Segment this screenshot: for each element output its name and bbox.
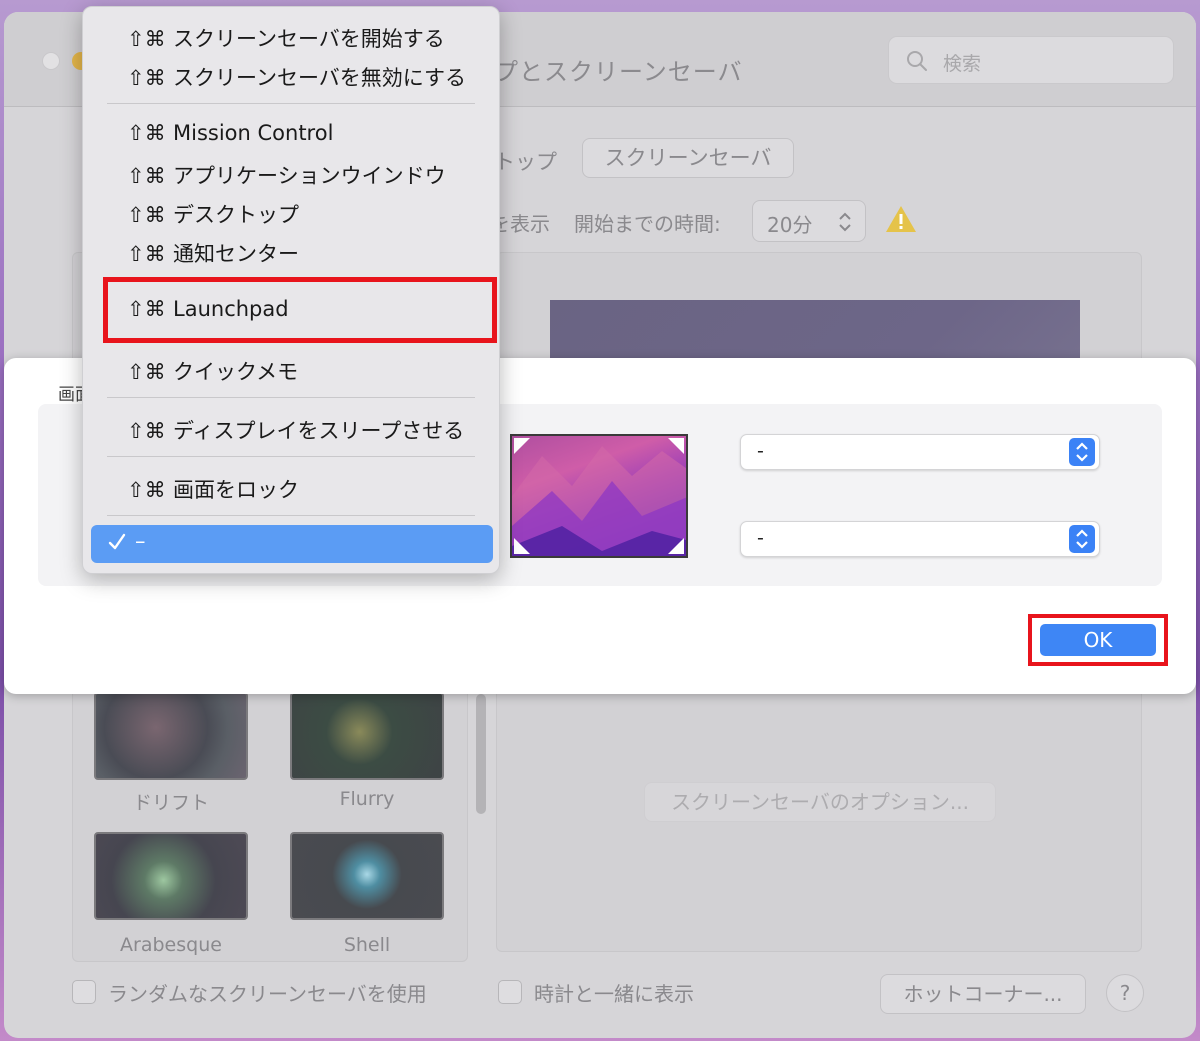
chevron-updown-icon (1076, 442, 1088, 462)
hot-corners-button[interactable]: ホットコーナー... (880, 974, 1086, 1014)
corner-top-left-icon (514, 438, 530, 454)
start-time-select[interactable]: 20分 (752, 200, 866, 242)
bottom-right-corner-value: - (757, 527, 764, 549)
corner-action-menu: ⇧⌘ スクリーンセーバを開始する ⇧⌘ スクリーンセーバを無効にする ⇧⌘ Missi… (82, 6, 500, 574)
random-screensaver-label: ランダムなスクリーンセーバを使用 (108, 982, 427, 1006)
mountain-wallpaper (512, 446, 686, 556)
corner-top-right-icon (668, 438, 684, 454)
shift-command-icon: ⇧⌘ (127, 203, 166, 227)
menu-item-label: スクリーンセーバを無効にする (173, 66, 466, 90)
menu-item-none-label: – (135, 529, 146, 553)
menu-item-application-windows[interactable]: ⇧⌘ アプリケーションウインドウ (127, 160, 446, 190)
close-window-button[interactable] (42, 52, 60, 70)
menu-item-none-selected[interactable]: – (91, 525, 493, 563)
shift-command-icon: ⇧⌘ (127, 27, 166, 51)
menu-item-sleep-display[interactable]: ⇧⌘ ディスプレイをスリープさせる (127, 415, 464, 445)
menu-item-label: Mission Control (173, 121, 334, 145)
shift-command-icon: ⇧⌘ (127, 242, 166, 266)
menu-item-disable-screensaver[interactable]: ⇧⌘ スクリーンセーバを無効にする (127, 62, 466, 92)
random-screensaver-checkbox[interactable] (72, 980, 96, 1004)
shift-command-icon: ⇧⌘ (127, 66, 166, 90)
help-button[interactable]: ? (1106, 974, 1144, 1012)
menu-item-start-screensaver[interactable]: ⇧⌘ スクリーンセーバを開始する (127, 23, 445, 53)
menu-item-label: 通知センター (173, 242, 299, 266)
menu-item-quick-note[interactable]: ⇧⌘ クイックメモ (127, 356, 298, 386)
screensaver-options-button[interactable]: スクリーンセーバのオプション... (644, 782, 996, 822)
saver-label-drift: ドリフト (132, 792, 209, 814)
menu-item-label: 画面をロック (173, 478, 299, 502)
checkmark-icon (108, 533, 126, 550)
shift-command-icon: ⇧⌘ (127, 164, 166, 188)
menu-item-lock-screen[interactable]: ⇧⌘ 画面をロック (127, 474, 299, 504)
menu-item-desktop[interactable]: ⇧⌘ デスクトップ (127, 199, 299, 229)
search-placeholder: 検索 (943, 53, 982, 75)
menu-separator (107, 103, 475, 104)
chevron-updown-icon (839, 212, 851, 232)
bottom-right-corner-popup[interactable]: - (740, 521, 1100, 557)
corner-bottom-left-icon (514, 538, 530, 554)
ok-highlight-box: OK (1028, 614, 1168, 666)
chevron-updown-icon (1076, 529, 1088, 549)
shift-command-icon: ⇧⌘ (127, 297, 166, 321)
show-clock-checkbox[interactable] (498, 980, 522, 1004)
menu-separator (107, 397, 475, 398)
menu-item-label: Launchpad (173, 297, 289, 321)
start-time-value: 20分 (767, 213, 813, 237)
saver-thumb-shell[interactable] (290, 832, 444, 920)
menu-item-notification-center[interactable]: ⇧⌘ 通知センター (127, 238, 299, 268)
saver-label-flurry: Flurry (339, 788, 395, 810)
shift-command-icon: ⇧⌘ (127, 360, 166, 384)
menu-separator (107, 515, 475, 516)
menu-item-mission-control[interactable]: ⇧⌘ Mission Control (127, 121, 333, 145)
menu-item-label: クイックメモ (173, 360, 299, 384)
start-time-label: 開始までの時間: (574, 212, 721, 236)
popup-arrows-button (1069, 525, 1095, 553)
tab-screensaver[interactable]: スクリーンセーバ (582, 138, 794, 178)
menu-item-label: デスクトップ (173, 203, 299, 227)
top-right-corner-value: - (757, 440, 764, 462)
warning-icon (886, 206, 916, 232)
list-scrollbar[interactable] (476, 694, 486, 814)
saver-label-arabesque: Arabesque (120, 934, 222, 956)
show-clock-label: 時計と一緒に表示 (534, 982, 694, 1006)
saver-thumb-drift[interactable] (94, 692, 248, 780)
menu-item-label: アプリケーションウインドウ (173, 164, 446, 188)
menu-item-launchpad[interactable]: ⇧⌘ Launchpad (127, 297, 289, 321)
popup-arrows-button (1069, 438, 1095, 466)
saver-thumb-flurry[interactable] (290, 692, 444, 780)
saver-thumb-arabesque[interactable] (94, 832, 248, 920)
menu-separator (107, 456, 475, 457)
ok-button[interactable]: OK (1040, 624, 1156, 656)
tab-desktop[interactable]: トップ (494, 146, 557, 176)
saver-label-shell: Shell (343, 934, 391, 956)
screen-corners-preview (510, 434, 688, 558)
menu-item-label: ディスプレイをスリープさせる (173, 419, 465, 443)
top-right-corner-popup[interactable]: - (740, 434, 1100, 470)
search-field[interactable]: 検索 (888, 36, 1174, 84)
shift-command-icon: ⇧⌘ (127, 419, 166, 443)
shift-command-icon: ⇧⌘ (127, 121, 166, 145)
menu-item-label: スクリーンセーバを開始する (173, 27, 445, 51)
corner-bottom-right-icon (668, 538, 684, 554)
search-icon (907, 51, 927, 71)
window-title: プとスクリーンセーバ (494, 58, 743, 86)
shift-command-icon: ⇧⌘ (127, 478, 166, 502)
